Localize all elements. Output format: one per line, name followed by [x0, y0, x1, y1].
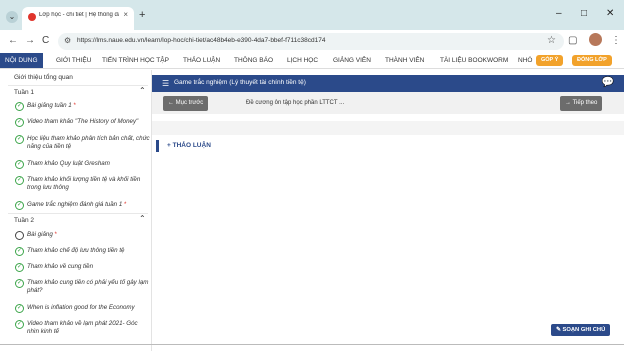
write-notes-button[interactable]: ✎ SOẠN GHI CHÚ [551, 324, 611, 336]
check-circle-icon: ✓ [15, 135, 24, 144]
required-mark: * [73, 102, 76, 109]
browser-tab-strip: ⌄ Lớp học - chi tiết | Hệ thống đà × + –… [0, 0, 624, 30]
browser-toolbar: ← → C ⚙ https://lms.naue.edu.vn/learn/lo… [0, 30, 624, 53]
menu-lecturers[interactable]: GIẢNG VIÊN [333, 53, 371, 68]
lesson-title: Video tham khảo "The History of Money" [27, 118, 139, 125]
menu-content[interactable]: NỘI DUNG [0, 53, 43, 68]
next-label: Tiếp theo [572, 100, 598, 106]
week-2-title[interactable]: Tuần 2 [14, 217, 34, 224]
chat-icon[interactable]: 💬 [602, 77, 614, 88]
close-window-icon[interactable]: ✕ [606, 8, 614, 19]
check-circle-icon: ✓ [15, 247, 24, 256]
lesson-title: Tham khảo Quy luật Gresham [27, 160, 110, 167]
menu-announcements[interactable]: THÔNG BÁO [234, 53, 273, 68]
lesson-title: Tham khảo về cung tiền [27, 263, 94, 270]
list-icon: ☰ [162, 79, 170, 88]
discussion-toggle[interactable]: + THẢO LUẬN [156, 140, 211, 152]
content-separator [152, 121, 624, 135]
activity-navigation: ← Mục trước Đề cương ôn tập học phần LTT… [152, 92, 624, 114]
chevron-up-icon[interactable]: ⌃ [139, 214, 146, 223]
profile-avatar[interactable] [589, 33, 602, 46]
window-bottom-edge [0, 344, 624, 345]
menu-groups[interactable]: NHÓ [518, 53, 532, 68]
site-favicon-icon [28, 13, 36, 21]
lesson-title: Video tham khảo về lạm phát 2021- Góc nh… [27, 320, 138, 335]
lesson-title: Tham khảo cung tiền có phải yếu tố gây l… [27, 279, 149, 294]
tab-close-icon[interactable]: × [123, 10, 128, 19]
week-1-title[interactable]: Tuần 1 [14, 89, 34, 96]
check-circle-icon: ✓ [15, 118, 24, 127]
lesson-title: Game trắc nghiệm đánh giá tuần 1 [27, 201, 123, 208]
previous-label: Mục trước [175, 100, 204, 106]
intro-link[interactable]: Giới thiệu tổng quan [14, 74, 73, 81]
menu-schedule[interactable]: LỊCH HỌC [287, 53, 318, 68]
menu-members[interactable]: THÀNH VIÊN [385, 53, 424, 68]
required-mark: * [124, 201, 127, 208]
next-item-title: Đề cương ôn tập học phần LTTCT ... [246, 100, 345, 106]
browser-menu-icon[interactable]: ⋮ [611, 35, 621, 46]
previous-button[interactable]: ← Mục trước [163, 96, 209, 111]
tab-title: Lớp học - chi tiết | Hệ thống đà [39, 12, 119, 18]
url-text[interactable]: https://lms.naue.edu.vn/learn/lop-hoc/ch… [77, 37, 326, 44]
tab-search-icon[interactable]: ⌄ [6, 11, 18, 23]
browser-tab[interactable]: Lớp học - chi tiết | Hệ thống đà × [22, 7, 134, 30]
maximize-icon[interactable]: □ [581, 8, 587, 19]
divider [8, 85, 148, 86]
check-circle-icon: ✓ [15, 201, 24, 210]
reload-icon[interactable]: C [42, 35, 49, 46]
lesson-title: Học liệu tham khảo phân tích bản chất, c… [27, 135, 150, 150]
back-icon[interactable]: ← [8, 35, 18, 46]
activity-title-bar: ☰ Game trắc nghiệm (Lý thuyết tài chính … [152, 75, 624, 92]
check-circle-icon: ✓ [15, 263, 24, 272]
lesson-title: Tham khảo khối lượng tiền tệ và khối tiề… [27, 176, 141, 191]
chevron-up-icon[interactable]: ⌃ [139, 86, 146, 95]
check-circle-icon: ✓ [15, 304, 24, 313]
divider [8, 213, 148, 214]
page: ⌄ Lớp học - chi tiết | Hệ thống đà × + –… [0, 0, 624, 351]
course-menu: NỘI DUNG GIỚI THIỆU TIẾN TRÌNH HỌC TẬP T… [0, 53, 624, 69]
menu-bookworm[interactable]: TÀI LIỆU BOOKWORM [440, 53, 508, 68]
check-circle-icon: ✓ [15, 279, 24, 288]
check-circle-icon: ✓ [15, 160, 24, 169]
extensions-icon[interactable]: ▢ [568, 35, 577, 46]
minimize-icon[interactable]: – [556, 8, 562, 19]
lesson-sidebar: Giới thiệu tổng quan Tuần 1 ⌃ ✓ Bài giản… [0, 70, 152, 351]
check-circle-icon: ✓ [15, 176, 24, 185]
lesson-title: Bài giảng [27, 231, 53, 238]
check-circle-icon: ✓ [15, 320, 24, 329]
check-circle-icon: ✓ [15, 102, 24, 111]
feedback-button[interactable]: GÓP Ý [536, 55, 564, 66]
forward-icon[interactable]: → [25, 35, 35, 46]
menu-intro[interactable]: GIỚI THIỆU [56, 53, 91, 68]
lesson-title: Tham khảo chế độ lưu thông tiền tệ [27, 247, 125, 254]
site-info-icon[interactable]: ⚙ [64, 36, 71, 45]
next-button[interactable]: → Tiếp theo [560, 96, 603, 111]
menu-discussion[interactable]: THẢO LUẬN [183, 53, 220, 68]
address-bar[interactable]: ⚙ https://lms.naue.edu.vn/learn/lop-hoc/… [58, 33, 564, 50]
bookmark-star-icon[interactable]: ☆ [547, 35, 556, 46]
lesson-title: When is inflation good for the Economy [27, 304, 135, 311]
required-mark: * [54, 231, 57, 238]
lesson-title: Bài giảng tuần 1 [27, 102, 72, 109]
activity-title: Game trắc nghiệm (Lý thuyết tài chính ti… [174, 79, 306, 86]
discussion-label: THẢO LUẬN [172, 142, 211, 149]
circle-icon: ✓ [15, 231, 24, 240]
new-tab-icon[interactable]: + [139, 9, 145, 21]
write-notes-label: SOẠN GHI CHÚ [562, 327, 606, 333]
menu-progress[interactable]: TIẾN TRÌNH HỌC TẬP [102, 53, 169, 68]
close-class-button[interactable]: ĐÓNG LỚP [572, 55, 612, 66]
